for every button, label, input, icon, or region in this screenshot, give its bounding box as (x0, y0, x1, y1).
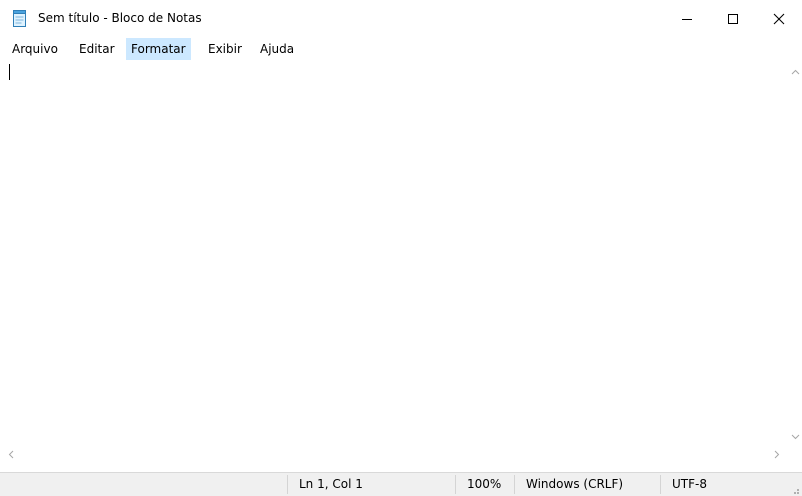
chevron-up-icon (791, 69, 800, 75)
chevron-right-icon (774, 450, 780, 459)
menu-arquivo[interactable]: Arquivo (7, 38, 63, 60)
notepad-icon (12, 10, 28, 27)
status-cursor-position: Ln 1, Col 1 (299, 477, 363, 491)
maximize-icon (728, 14, 738, 24)
status-line-ending: Windows (CRLF) (526, 477, 624, 491)
menu-ajuda[interactable]: Ajuda (255, 38, 299, 60)
status-separator (660, 475, 661, 494)
status-encoding: UTF-8 (672, 477, 707, 491)
status-separator (287, 475, 288, 494)
scroll-left-button[interactable] (4, 446, 18, 463)
close-button[interactable] (756, 0, 802, 38)
maximize-button[interactable] (710, 0, 756, 38)
resize-grip-icon[interactable] (790, 484, 800, 496)
scroll-right-button[interactable] (770, 446, 784, 463)
menu-editar[interactable]: Editar (74, 38, 120, 60)
minimize-icon (682, 19, 692, 20)
status-separator (455, 475, 456, 494)
scroll-up-button[interactable] (789, 65, 802, 79)
menu-bar: Arquivo Editar Formatar Exibir Ajuda (0, 38, 802, 60)
horizontal-scrollbar[interactable] (0, 446, 789, 463)
status-bar: Ln 1, Col 1 100% Windows (CRLF) UTF-8 (0, 472, 802, 496)
text-caret (9, 64, 10, 80)
text-editor[interactable] (0, 60, 789, 446)
scrollbar-corner (789, 446, 802, 463)
chevron-down-icon (791, 434, 800, 440)
minimize-button[interactable] (664, 0, 710, 38)
chevron-left-icon (8, 450, 14, 459)
title-bar: Sem título - Bloco de Notas (0, 0, 802, 38)
menu-formatar[interactable]: Formatar (126, 38, 191, 60)
window-title: Sem título - Bloco de Notas (38, 11, 202, 25)
close-icon (773, 13, 785, 25)
menu-exibir[interactable]: Exibir (203, 38, 247, 60)
status-separator (514, 475, 515, 494)
vertical-scrollbar[interactable] (789, 60, 802, 446)
status-zoom: 100% (467, 477, 502, 491)
scroll-down-button[interactable] (789, 430, 802, 444)
